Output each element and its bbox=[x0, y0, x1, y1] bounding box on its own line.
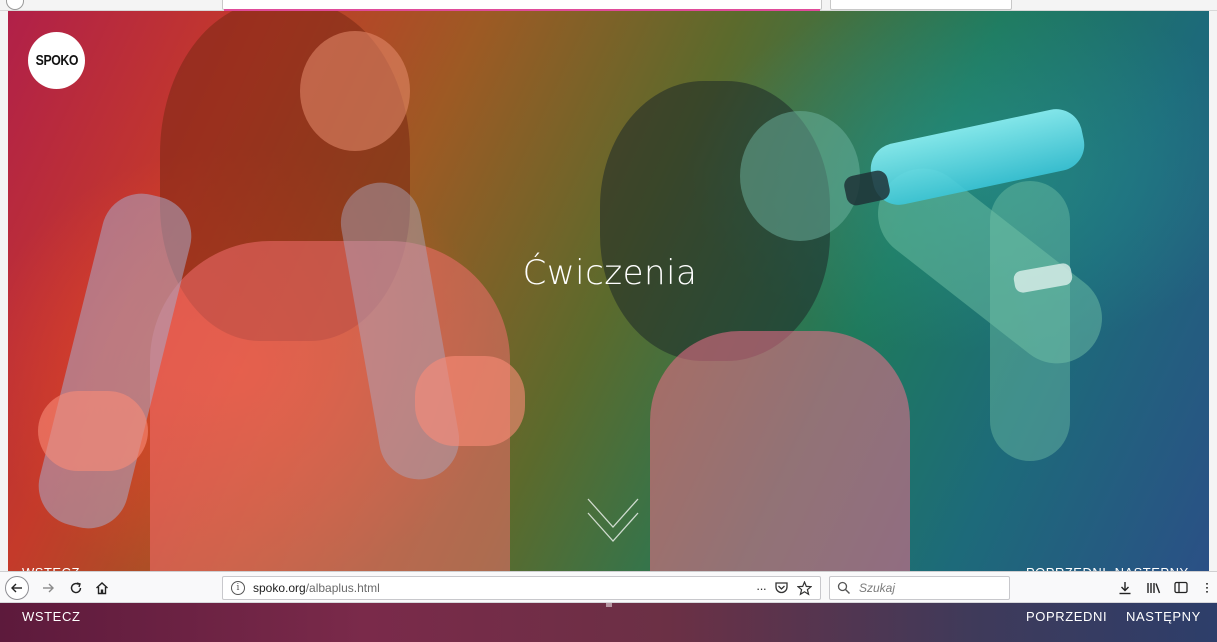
figure-hand bbox=[38, 391, 148, 471]
home-icon bbox=[96, 581, 108, 594]
hero-title: Ćwiczenia bbox=[522, 253, 698, 293]
library-button[interactable] bbox=[1142, 572, 1164, 603]
reload-icon bbox=[70, 581, 82, 593]
sidebar-icon bbox=[1174, 581, 1188, 594]
pocket-icon[interactable] bbox=[774, 581, 789, 595]
back-arrow-icon bbox=[11, 583, 22, 593]
search-box[interactable] bbox=[829, 576, 1010, 600]
figure-hand bbox=[415, 356, 525, 446]
nav-back-link[interactable]: WSTECZ bbox=[22, 609, 80, 624]
downloads-button[interactable] bbox=[1114, 572, 1136, 603]
page-actions-menu-icon[interactable]: ··· bbox=[756, 581, 767, 596]
scroll-indicator bbox=[606, 603, 612, 607]
back-button[interactable] bbox=[5, 576, 29, 600]
page-edge-left bbox=[0, 11, 8, 571]
forward-button[interactable] bbox=[36, 572, 60, 603]
library-icon bbox=[1146, 582, 1160, 593]
menu-button[interactable] bbox=[1200, 572, 1214, 603]
browser-top-sliver bbox=[0, 0, 1217, 11]
forward-arrow-icon bbox=[43, 583, 54, 592]
chevron-down-icon[interactable] bbox=[586, 495, 640, 543]
url-text[interactable]: spoko.org/albaplus.html bbox=[253, 581, 380, 595]
hero-section: SPOKO Ćwiczenia WSTECZ POPRZEDNI NASTĘPN… bbox=[0, 11, 1217, 571]
menu-icon bbox=[1206, 583, 1208, 593]
reload-button[interactable] bbox=[64, 572, 88, 603]
site-logo[interactable]: SPOKO bbox=[28, 32, 85, 89]
search-input[interactable] bbox=[857, 580, 1001, 596]
nav-next-link[interactable]: NASTĘPNY bbox=[1126, 609, 1201, 624]
figure-right-forearm bbox=[990, 181, 1070, 461]
nav-prev-link[interactable]: POPRZEDNI bbox=[1026, 609, 1107, 624]
page-edge-right bbox=[1209, 11, 1217, 571]
sidebar-button[interactable] bbox=[1170, 572, 1192, 603]
info-icon[interactable]: i bbox=[231, 581, 245, 595]
home-button[interactable] bbox=[90, 572, 114, 603]
bookmark-star-icon[interactable] bbox=[797, 580, 812, 596]
search-box-partial[interactable] bbox=[830, 0, 1012, 10]
figure-left-face bbox=[300, 31, 410, 151]
browser-toolbar: i spoko.org/albaplus.html ··· bbox=[0, 571, 1217, 603]
back-button-partial[interactable] bbox=[6, 0, 24, 10]
search-icon bbox=[837, 581, 850, 594]
url-bar[interactable]: i spoko.org/albaplus.html ··· bbox=[222, 576, 821, 600]
download-icon bbox=[1119, 581, 1131, 594]
page-footer-nav: WSTECZ POPRZEDNI NASTĘPNY bbox=[0, 603, 1217, 642]
url-actions: ··· bbox=[756, 577, 812, 599]
figure-right-body bbox=[650, 331, 910, 571]
logo-text: SPOKO bbox=[35, 52, 78, 69]
figure-right-face bbox=[740, 111, 860, 241]
